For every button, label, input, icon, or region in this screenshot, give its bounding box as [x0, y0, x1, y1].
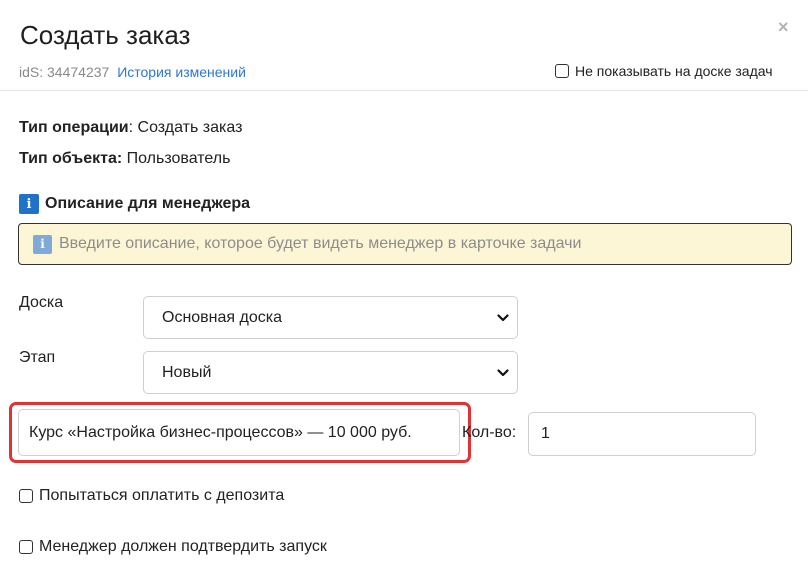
- quantity-label: Кол-во:: [462, 424, 517, 441]
- deposit-option[interactable]: Попытаться оплатить с депозита: [19, 487, 284, 505]
- stage-label: Этап: [19, 349, 56, 366]
- description-heading: i Описание для менеджера: [19, 194, 250, 214]
- history-link[interactable]: История изменений: [117, 64, 246, 80]
- object-type-label: Тип объекта:: [19, 150, 123, 167]
- chevron-down-icon: [497, 369, 509, 377]
- header-divider: [0, 90, 808, 91]
- operation-type-value: : Создать заказ: [128, 119, 243, 136]
- deposit-checkbox[interactable]: [19, 489, 33, 503]
- object-type-value: Пользователь: [122, 150, 231, 167]
- chevron-down-icon: [497, 314, 509, 322]
- hide-board-label: Не показывать на доске задач: [575, 63, 773, 79]
- board-select[interactable]: Основная доска: [143, 296, 518, 339]
- quantity-input[interactable]: 1: [528, 412, 756, 456]
- description-title: Описание для менеджера: [45, 195, 251, 212]
- confirm-option[interactable]: Менеджер должен подтвердить запуск: [19, 538, 327, 556]
- meta-row: idS: 34474237 История изменений: [19, 64, 246, 80]
- stage-selected-value: Новый: [162, 363, 212, 381]
- board-label: Доска: [19, 294, 64, 311]
- info-icon: i: [19, 194, 39, 214]
- close-icon[interactable]: ×: [778, 18, 789, 36]
- object-type: Тип объекта: Пользователь: [19, 150, 230, 168]
- operation-type-label: Тип операции: [19, 119, 129, 136]
- hide-board-option[interactable]: Не показывать на доске задач: [555, 63, 773, 79]
- stage-select[interactable]: Новый: [143, 351, 518, 394]
- confirm-label: Менеджер должен подтвердить запуск: [39, 538, 327, 555]
- deposit-label: Попытаться оплатить с депозита: [39, 487, 285, 504]
- description-input[interactable]: i Введите описание, которое будет видеть…: [18, 223, 792, 265]
- product-input[interactable]: Курс «Настройка бизнес-процессов» — 10 0…: [18, 409, 460, 456]
- ids-text: idS: 34474237: [19, 64, 110, 80]
- board-selected-value: Основная доска: [162, 308, 283, 326]
- hide-board-checkbox[interactable]: [555, 64, 569, 78]
- modal-title: Создать заказ: [20, 20, 191, 50]
- create-order-modal: Создать заказ × idS: 34474237 История из…: [0, 0, 808, 568]
- info-icon: i: [33, 234, 52, 254]
- description-placeholder: Введите описание, которое будет видеть м…: [59, 235, 582, 252]
- confirm-checkbox[interactable]: [19, 540, 33, 554]
- operation-type: Тип операции: Создать заказ: [19, 119, 242, 137]
